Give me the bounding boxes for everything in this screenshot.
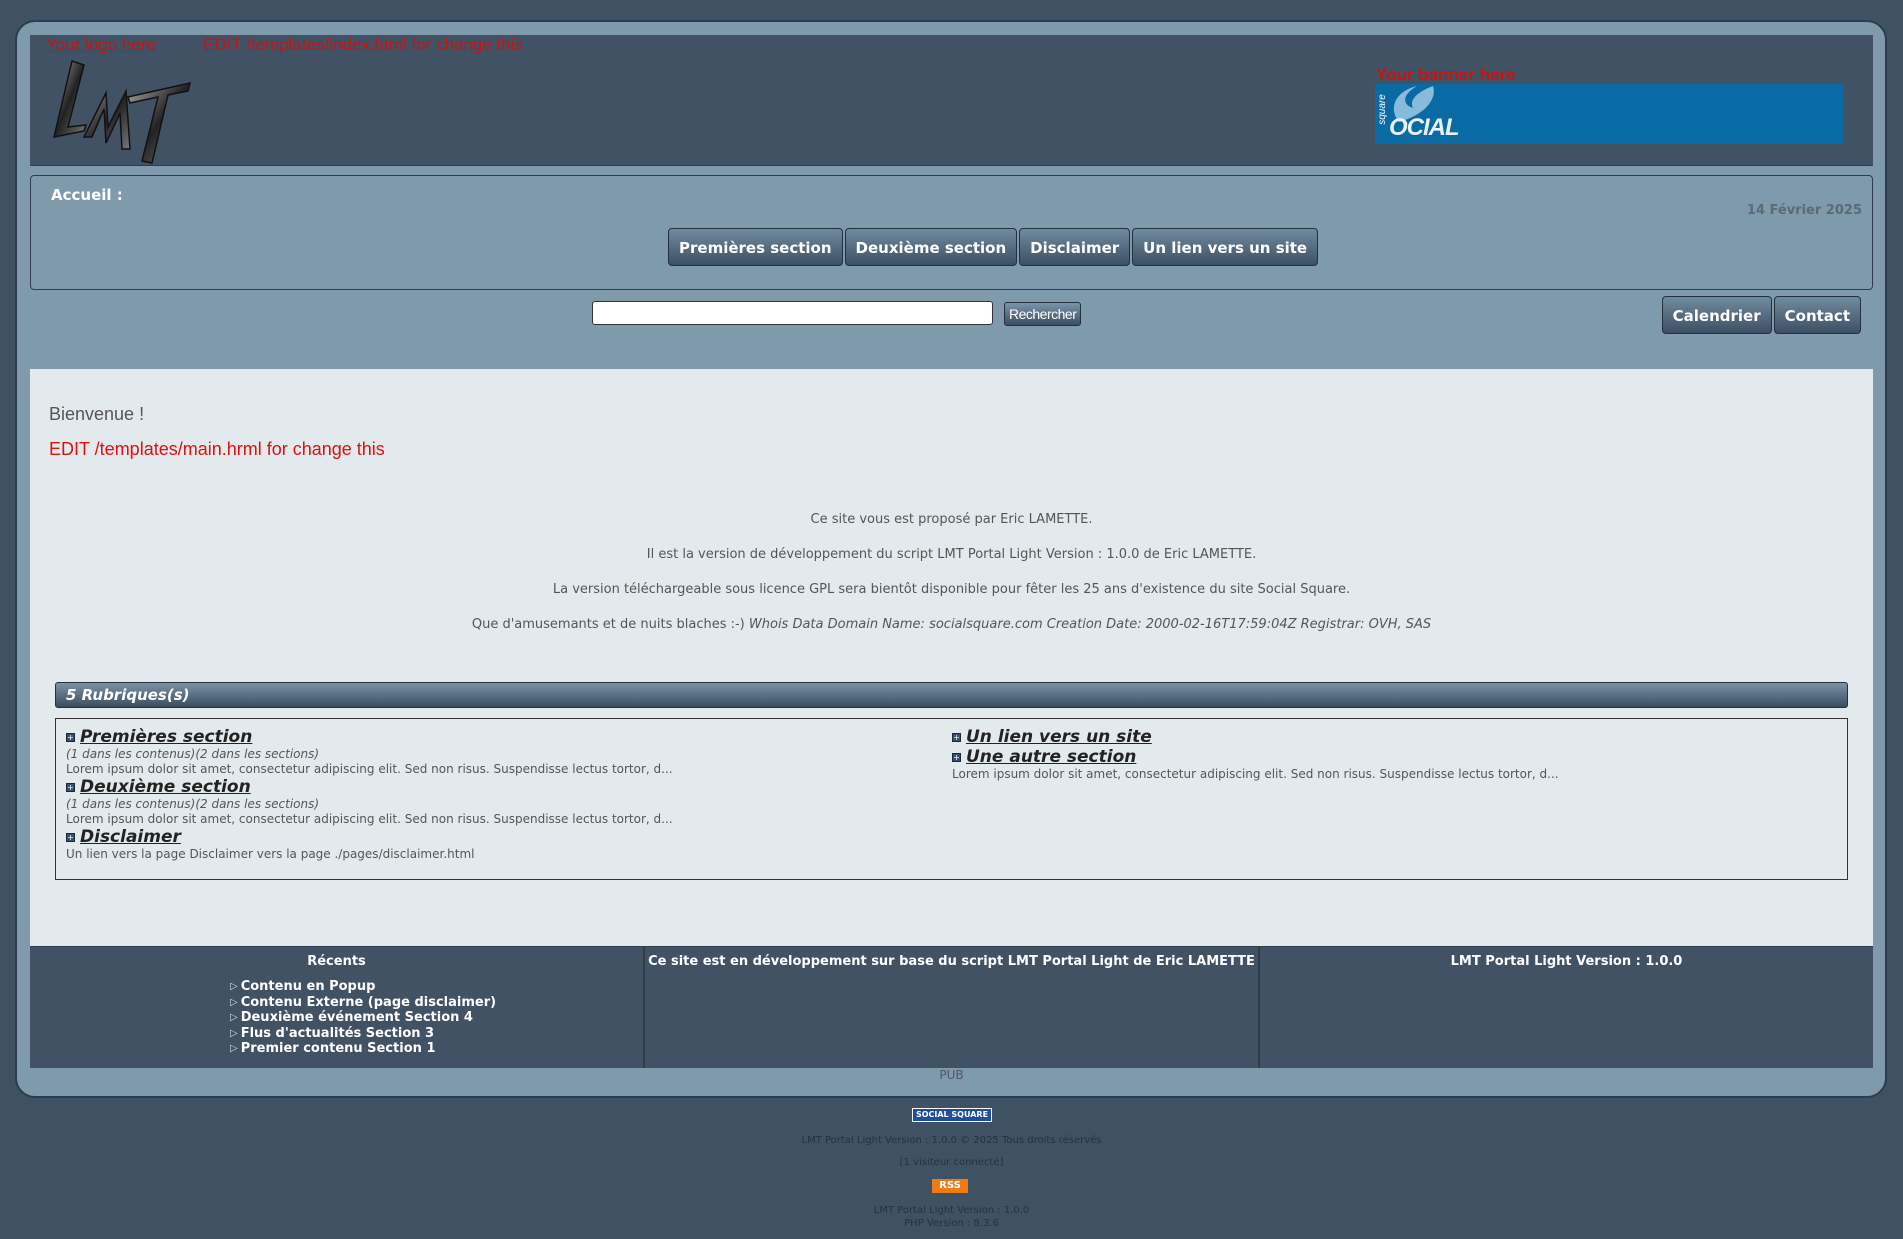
lmt-logo[interactable] <box>44 57 194 165</box>
list-item-title: + Disclaimer <box>66 827 673 847</box>
banner-text: OCIAL <box>1389 114 1460 141</box>
recent-label: Premier contenu Section 1 <box>240 1041 436 1056</box>
search-button[interactable]: Rechercher <box>1004 302 1082 326</box>
footer-version: LMT Portal Light Version : 1.0.0 <box>1260 947 1873 1068</box>
rubriques-list: + Premières section (1 dans les contenus… <box>55 718 1848 880</box>
triangle-icon: ▷ <box>230 981 238 992</box>
nav-deuxieme-section[interactable]: Deuxième section <box>844 228 1018 266</box>
recent-list: ▷ Contenu en Popup ▷ Contenu Externe (page… <box>230 979 496 1057</box>
footer-about: Ce site est en développement sur base du… <box>645 947 1260 1068</box>
recent-title: Récents <box>307 954 366 969</box>
version-title: LMT Portal Light Version : 1.0.0 <box>1450 954 1683 969</box>
recent-label: Contenu Externe (page disclaimer) <box>240 994 497 1010</box>
welcome-heading: Bienvenue ! <box>49 404 145 424</box>
side-nav: Calendrier Contact <box>1661 296 1861 334</box>
triangle-icon: ▷ <box>230 1012 238 1023</box>
rubriques-header: 5 Rubriques(s) <box>55 682 1848 708</box>
plus-icon: + <box>952 752 961 762</box>
php-version: PHP Version : 8.3.6 <box>904 1218 999 1229</box>
list-item[interactable]: ▷ Deuxième événement Section 4 <box>230 1010 496 1026</box>
about-title: Ce site est en développement sur base du… <box>648 954 1255 969</box>
rubrique-desc: Lorem ipsum dolor sit amet, consectetur … <box>66 812 673 826</box>
social-square-banner[interactable]: square OCIAL <box>1375 84 1843 144</box>
list-item[interactable]: ▷ Contenu Externe (page disclaimer) <box>230 995 496 1011</box>
copyright: LMT Portal Light Version : 1.0.0 © 2025 … <box>801 1135 1102 1146</box>
contact-button[interactable]: Contact <box>1773 296 1861 334</box>
rss-button[interactable]: RSS <box>932 1179 968 1193</box>
main-nav: Premières section Deuxième section Discl… <box>668 228 1319 266</box>
current-date: 14 Février 2025 <box>1746 203 1862 218</box>
rubriques-left-column: + Premières section (1 dans les contenus… <box>66 727 673 862</box>
triangle-icon: ▷ <box>230 1027 238 1039</box>
footer-recent: Récents ▷ Contenu en Popup ▷ Contenu Exter… <box>30 947 645 1068</box>
recent-label: Deuxième événement Section 4 <box>240 1010 473 1025</box>
pub-label: PUB <box>939 1068 964 1082</box>
rubrique-meta: (1 dans les contenus)(2 dans les section… <box>66 797 320 811</box>
portal-version: LMT Portal Light Version : 1.0.0 <box>873 1205 1030 1216</box>
plus-icon: + <box>66 732 75 742</box>
rubrique-link[interactable]: Une autre section <box>966 747 1136 767</box>
rubrique-link[interactable]: Un lien vers un site <box>966 727 1152 747</box>
social-square-badge[interactable]: SOCIAL SQUARE <box>912 1108 992 1122</box>
calendar-button[interactable]: Calendrier <box>1661 296 1772 334</box>
intro-line: Ce site vous est proposé par Eric LAMETT… <box>810 512 1093 527</box>
nav-premieres-section[interactable]: Premières section <box>668 228 843 266</box>
banner-small-text: square <box>1376 94 1388 125</box>
rubriques-right-column: + Un lien vers un site + Une autre secti… <box>952 727 1559 782</box>
nav-disclaimer[interactable]: Disclaimer <box>1019 228 1131 266</box>
recent-label: Contenu en Popup <box>240 979 376 994</box>
intro-line: Il est la version de développement du sc… <box>646 547 1257 562</box>
list-item-title: + Une autre section <box>952 747 1559 767</box>
list-item-title: + Premières section <box>66 727 673 747</box>
nav-lien-site[interactable]: Un lien vers un site <box>1132 228 1319 266</box>
list-item[interactable]: ▷ Contenu en Popup <box>230 979 496 995</box>
list-item[interactable]: ▷ Flus d'actualités Section 3 <box>230 1026 496 1042</box>
list-item[interactable]: ▷ Premier contenu Section 1 <box>230 1041 496 1057</box>
triangle-icon: ▷ <box>230 996 238 1008</box>
intro-line: La version téléchargeable sous licence G… <box>552 582 1351 597</box>
plus-icon: + <box>66 782 75 792</box>
rubrique-desc: Lorem ipsum dolor sit amet, consectetur … <box>66 762 673 776</box>
logo-edit-note: EDIT /templates/index.html for change th… <box>203 35 524 54</box>
rubrique-link[interactable]: Deuxième section <box>80 777 251 797</box>
intro-line-whois: Que d'amusemants et de nuits blaches :-)… <box>30 617 1873 632</box>
site-header: Your logo here EDIT /templates/index.htm… <box>30 35 1873 166</box>
rubrique-link[interactable]: Disclaimer <box>80 827 181 847</box>
plus-icon: + <box>952 732 961 742</box>
rubrique-link[interactable]: Premières section <box>80 727 252 747</box>
rubrique-meta: (1 dans les contenus)(2 dans les section… <box>66 747 320 761</box>
list-item-title: + Deuxième section <box>66 777 673 797</box>
site-footer: Récents ▷ Contenu en Popup ▷ Contenu Exter… <box>30 946 1873 1068</box>
nav-panel: Accueil : 14 Février 2025 Premières sect… <box>30 175 1873 290</box>
whois-data: Whois Data Domain Name: socialsquare.com… <box>748 617 1432 632</box>
plus-icon: + <box>66 832 75 842</box>
recent-label: Flus d'actualités Section 3 <box>240 1025 435 1041</box>
logo-link[interactable]: Your logo here <box>46 35 156 55</box>
rubrique-desc: Lorem ipsum dolor sit amet, consectetur … <box>952 767 1559 781</box>
banner-label: Your banner here <box>1376 65 1516 84</box>
main-content: Bienvenue ! EDIT /templates/main.hrml fo… <box>30 369 1873 946</box>
intro-prefix: Que d'amusemants et de nuits blaches :-) <box>471 617 745 632</box>
triangle-icon: ▷ <box>230 1043 238 1054</box>
rubrique-desc: Un lien vers la page Disclaimer vers la … <box>66 847 475 861</box>
accueil-label[interactable]: Accueil : <box>51 186 123 204</box>
search-input[interactable] <box>592 301 993 325</box>
list-item-title: + Un lien vers un site <box>952 727 1559 747</box>
main-edit-note: EDIT /templates/main.hrml for change thi… <box>49 439 385 459</box>
visitor-count: [1 visiteur connecté] <box>899 1157 1004 1168</box>
